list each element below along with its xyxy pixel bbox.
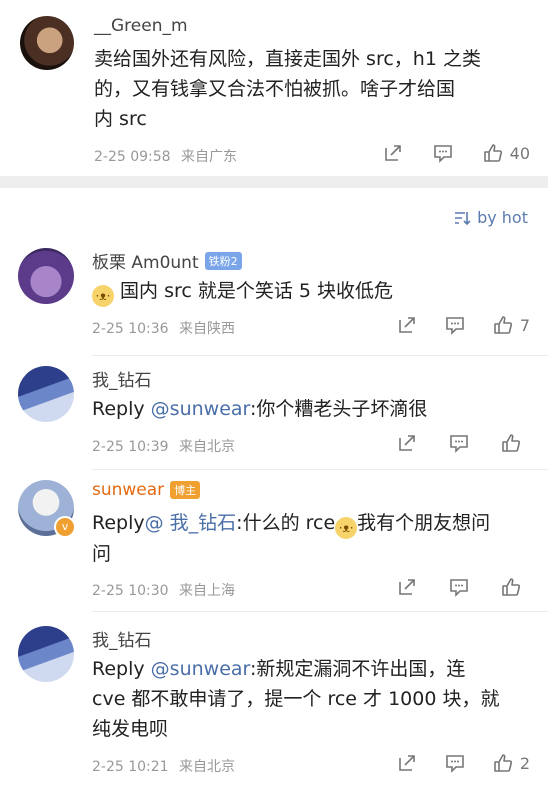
thumbs-up-icon	[494, 754, 512, 772]
avatar[interactable]: v	[18, 480, 76, 538]
like-count: 40	[509, 143, 530, 163]
top-comment: __Green_m 卖给国外还有风险，直接走国外 src，h1 之类 的，又有钱…	[0, 0, 548, 176]
thumbs-up-icon	[502, 578, 521, 596]
comment-item: v sunwear 博主 Reply@ 我_钻石:什么的 rce ·ᴥ· 我有个朋友…	[0, 470, 548, 612]
comment-actions: 40	[382, 142, 530, 164]
repost-icon	[399, 755, 415, 771]
comment-icon	[446, 317, 464, 335]
comment-button[interactable]	[448, 576, 470, 598]
doge-emoji-icon: ·ᴥ·	[92, 285, 114, 307]
comment-text: ·ᴥ· 国内 src 就是个笑话 5 块收低危	[92, 276, 393, 307]
sort-row: by hot	[0, 188, 548, 244]
comment-button[interactable]	[444, 752, 466, 774]
thumbs-up-icon	[502, 434, 521, 452]
comment-item: 我_钻石 Reply @sunwear:你个糟老头子坏滴很 2-25 10:39…	[0, 356, 548, 470]
author-badge: 博主	[170, 481, 201, 499]
thumbs-up-icon	[483, 144, 502, 162]
comment-item: 我_钻石 Reply @sunwear:新规定漏洞不许出国，连 cve 都不敢申…	[0, 612, 548, 788]
comment-actions: 2	[396, 752, 530, 774]
reply-label: Reply	[92, 658, 151, 680]
like-count: 2	[519, 753, 530, 773]
like-count: 7	[519, 315, 530, 335]
comment-meta: 2-25 10:36 来自陕西	[92, 318, 235, 338]
thumbs-up-icon	[494, 316, 512, 334]
comment-actions: 7	[396, 314, 530, 336]
verified-icon: v	[54, 516, 76, 538]
comment-icon	[450, 435, 468, 453]
repost-button[interactable]	[396, 576, 418, 598]
repost-icon	[384, 145, 401, 161]
username[interactable]: __Green_m	[94, 16, 188, 36]
like-button[interactable]: 2	[492, 752, 530, 774]
mention-link[interactable]: @ 我_钻石	[145, 512, 237, 534]
repost-button[interactable]	[396, 314, 418, 336]
comment-icon	[450, 579, 468, 597]
username[interactable]: 我_钻石	[92, 366, 152, 391]
reply-label: Reply	[92, 512, 145, 534]
location: 来自北京	[179, 439, 236, 455]
timestamp: 2-25 10:36	[92, 321, 169, 337]
fan-badge: 铁粉2	[204, 251, 242, 270]
like-button[interactable]	[500, 576, 528, 598]
comment-button[interactable]	[432, 142, 454, 164]
like-button[interactable]: 7	[492, 314, 530, 336]
section-divider	[0, 176, 548, 188]
repost-icon	[399, 317, 415, 333]
repost-button[interactable]	[396, 432, 418, 454]
repost-button[interactable]	[382, 142, 404, 164]
location: 来自广东	[181, 149, 238, 165]
like-button[interactable]	[500, 432, 528, 454]
avatar[interactable]	[18, 248, 74, 304]
comment-item: 板栗 Am0unt 铁粉2 ·ᴥ· 国内 src 就是个笑话 5 块收低危 2-…	[0, 244, 548, 356]
repost-icon	[399, 435, 415, 451]
comment-meta: 2-25 10:21 来自北京	[92, 756, 235, 776]
mention-link[interactable]: @sunwear	[151, 658, 250, 680]
repost-button[interactable]	[396, 752, 418, 774]
like-button[interactable]: 40	[482, 142, 530, 164]
comment-meta: 2-25 10:39 来自北京	[92, 436, 235, 456]
sort-label: by hot	[477, 208, 528, 227]
username[interactable]: 板栗 Am0unt 铁粉2	[92, 248, 242, 273]
location: 来自陕西	[179, 321, 236, 337]
comment-text: Reply @sunwear:新规定漏洞不许出国，连 cve 都不敢申请了，提一…	[92, 658, 500, 740]
comment-text: Reply@ 我_钻石:什么的 rce ·ᴥ· 我有个朋友想问 问	[92, 512, 491, 565]
timestamp: 2-25 10:39	[92, 439, 169, 455]
comment-icon	[446, 755, 464, 773]
avatar[interactable]	[20, 16, 74, 70]
comment-actions	[396, 576, 528, 598]
comment-text: 卖给国外还有风险，直接走国外 src，h1 之类 的，又有钱拿又合法不怕被抓。啥…	[94, 48, 481, 130]
comment-meta: 2-25 10:30 来自上海	[92, 580, 235, 600]
timestamp: 2-25 10:30	[92, 583, 169, 599]
sort-icon	[455, 211, 471, 225]
comment-button[interactable]	[444, 314, 466, 336]
doge-emoji-icon: ·ᴥ·	[335, 517, 358, 539]
username[interactable]: sunwear 博主	[92, 480, 201, 500]
timestamp: 2-25 09:58	[94, 149, 171, 165]
comment-text: Reply @sunwear:你个糟老头子坏滴很	[92, 398, 428, 420]
timestamp: 2-25 10:21	[92, 759, 169, 775]
sort-toggle[interactable]: by hot	[453, 208, 528, 227]
mention-link[interactable]: @sunwear	[151, 398, 250, 420]
comment-icon	[433, 145, 452, 163]
avatar[interactable]	[18, 366, 74, 422]
location: 来自上海	[179, 583, 236, 599]
location: 来自北京	[179, 759, 236, 775]
comment-button[interactable]	[448, 432, 470, 454]
comment-meta: 2-25 09:58 来自广东	[94, 146, 237, 166]
avatar[interactable]	[18, 626, 74, 682]
reply-label: Reply	[92, 398, 151, 420]
comment-actions	[396, 432, 528, 454]
repost-icon	[399, 579, 415, 595]
username[interactable]: 我_钻石	[92, 626, 152, 651]
